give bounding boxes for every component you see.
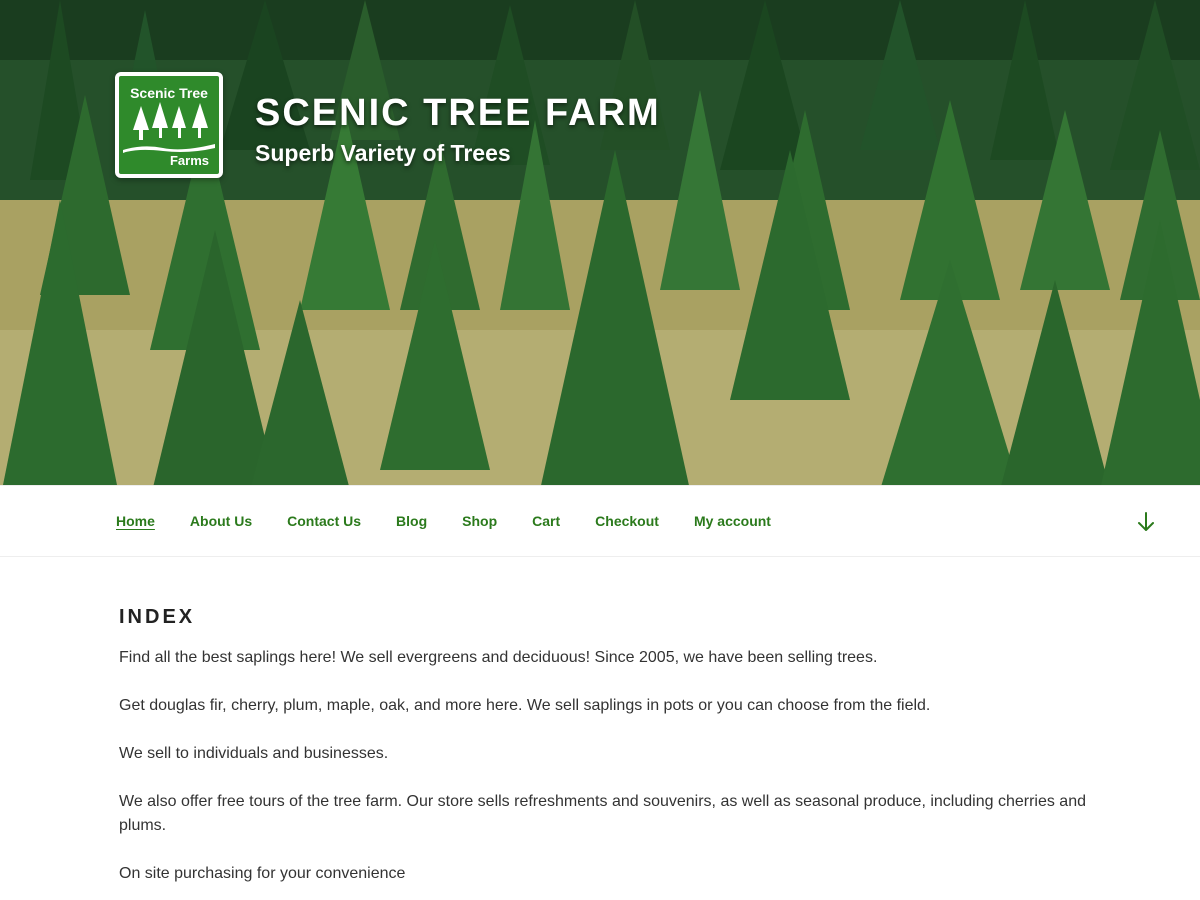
nav-link-checkout[interactable]: Checkout xyxy=(595,513,659,529)
nav-link-home[interactable]: Home xyxy=(116,513,155,529)
content-paragraph: We also offer free tours of the tree far… xyxy=(119,793,1086,834)
nav-menu: Home About Us Contact Us Blog Shop Cart … xyxy=(116,486,806,558)
page-content: Index Find all the best saplings here! W… xyxy=(119,606,1129,900)
content-paragraph: Get douglas fir, cherry, plum, maple, oa… xyxy=(119,697,931,714)
logo-text-bottom: Farms xyxy=(169,153,209,168)
arrow-down-icon xyxy=(1138,512,1154,531)
site-logo[interactable]: Scenic Tree Farms xyxy=(115,72,223,178)
nav-link-contact-us[interactable]: Contact Us xyxy=(287,513,361,529)
site-tagline: Superb Variety of Trees xyxy=(255,140,511,166)
page-title: Index xyxy=(119,606,196,628)
nav-link-cart[interactable]: Cart xyxy=(532,513,560,529)
nav-item-my-account: My account xyxy=(694,513,771,531)
nav-item-home: Home xyxy=(116,513,155,531)
nav-item-checkout: Checkout xyxy=(595,513,659,531)
nav-link-about-us[interactable]: About Us xyxy=(190,513,252,529)
site-header: Scenic Tree Farms Scenic Tree Farm Super… xyxy=(0,0,1200,485)
nav-link-my-account[interactable]: My account xyxy=(694,513,771,529)
nav-item-about-us: About Us xyxy=(190,513,252,531)
nav-item-blog: Blog xyxy=(396,513,427,531)
main-navigation: Home About Us Contact Us Blog Shop Cart … xyxy=(0,485,1200,557)
content-paragraph: On site purchasing for your convenience xyxy=(119,865,406,882)
content-paragraph: We sell to individuals and businesses. xyxy=(119,745,389,762)
nav-item-shop: Shop xyxy=(462,513,497,531)
nav-link-shop[interactable]: Shop xyxy=(462,513,497,529)
nav-link-blog[interactable]: Blog xyxy=(396,513,427,529)
content-paragraph: Find all the best saplings here! We sell… xyxy=(119,649,878,666)
nav-item-contact-us: Contact Us xyxy=(287,513,361,531)
site-title[interactable]: Scenic Tree Farm xyxy=(255,92,661,135)
nav-item-cart: Cart xyxy=(532,513,560,531)
logo-text-top: Scenic Tree xyxy=(130,85,208,101)
scroll-down-button[interactable] xyxy=(1136,510,1156,534)
